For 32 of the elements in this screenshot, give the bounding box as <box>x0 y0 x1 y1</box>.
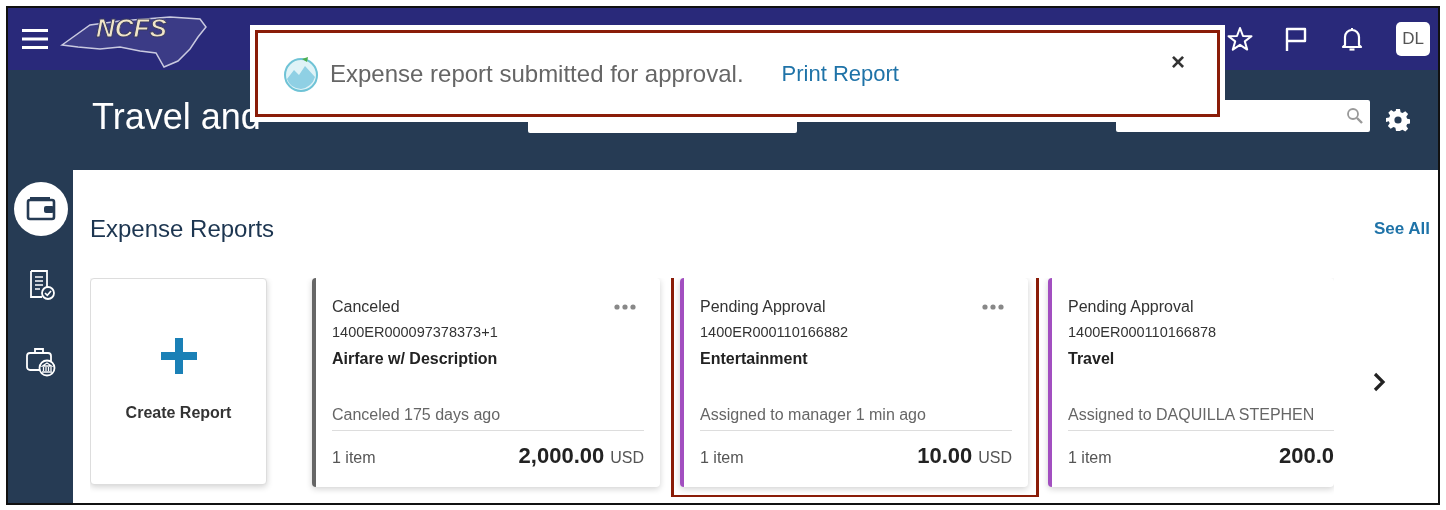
report-amount: 10.00 <box>917 443 973 469</box>
report-amount: 2,000.00 <box>518 443 605 469</box>
logo-text: NCFS <box>96 12 167 44</box>
report-activity: Assigned to manager 1 min ago <box>700 406 1012 431</box>
report-status: Pending Approval <box>1068 298 1194 316</box>
item-count: 1 item <box>700 449 744 467</box>
report-number: 1400ER000097378373+1 <box>332 324 499 340</box>
report-name: Entertainment <box>700 350 809 368</box>
report-status: Pending Approval <box>700 298 826 316</box>
report-card[interactable]: Canceled 1400ER000097378373+1 Airfare w/ Description Canceled 175 days ago 1 item 2,000.00 USD <box>312 278 660 487</box>
create-label: Create Report <box>125 403 232 422</box>
item-count: 1 item <box>1068 449 1112 467</box>
report-status: Canceled <box>332 298 400 316</box>
notification-message: Expense report submitted for approval. <box>330 59 744 88</box>
report-number: 1400ER000110166878 <box>1068 324 1218 340</box>
print-report-link[interactable]: Print Report <box>781 60 899 87</box>
avatar[interactable]: DL <box>1396 22 1430 56</box>
currency: USD <box>978 449 1012 467</box>
section-title: Expense Reports <box>90 215 275 243</box>
see-all-link[interactable]: See All <box>1373 219 1430 239</box>
currency: USD <box>610 449 644 467</box>
create-report-card[interactable]: Create Report <box>90 278 267 485</box>
report-card[interactable]: Pending Approval 1400ER000110166878 Travel Assigned to DAQUILLA STEPHEN 1 item 200.0 <box>1048 278 1334 487</box>
report-name: Travel <box>1068 350 1116 368</box>
report-number: 1400ER000110166882 <box>700 324 850 340</box>
report-name: Airfare w/ Description <box>332 350 499 368</box>
item-count: 1 item <box>332 449 376 467</box>
report-activity: Canceled 175 days ago <box>332 406 644 431</box>
close-button[interactable]: × <box>1169 49 1187 74</box>
report-activity: Assigned to DAQUILLA STEPHEN <box>1068 406 1334 431</box>
report-amount: 200.0 <box>1278 443 1334 469</box>
report-card[interactable]: Pending Approval 1400ER000110166882 Entertainment Assigned to manager 1 min ago 1 item 10.00 USD <box>680 278 1028 487</box>
